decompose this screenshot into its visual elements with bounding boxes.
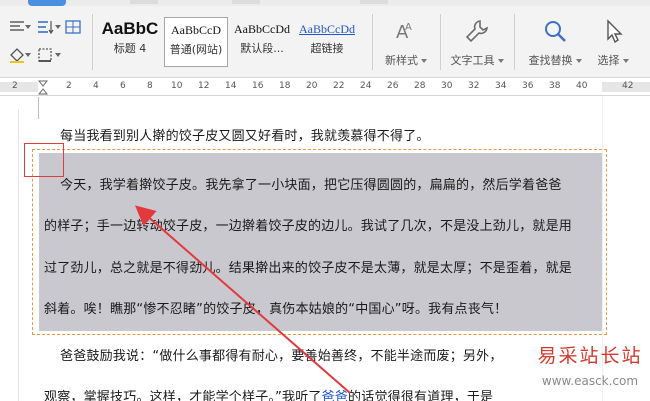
style-sample: AaBbC bbox=[101, 19, 159, 38]
ruler-number: 18 bbox=[279, 81, 291, 91]
ruler-number: 2 bbox=[12, 81, 18, 91]
ruler-number: 30 bbox=[441, 81, 453, 91]
toolbar-divider bbox=[440, 14, 441, 70]
ruler-number: 10 bbox=[171, 81, 183, 91]
style-sample: AaBbCcDd bbox=[299, 22, 355, 36]
tab-start-active[interactable] bbox=[28, 0, 66, 6]
text-tools-label: 文字工具 bbox=[446, 52, 508, 68]
style-default-paragraph[interactable]: AaBbCcDd 默认段... bbox=[230, 17, 294, 67]
ruler-number: 4 bbox=[93, 81, 99, 91]
svg-text:A: A bbox=[405, 22, 412, 33]
new-style-button[interactable]: A A 新样式 bbox=[382, 18, 430, 68]
tab-stub[interactable] bbox=[360, 0, 388, 4]
ribbon-tab-strip bbox=[0, 0, 650, 6]
document-area[interactable]: 每当我看到别人擀的饺子皮又圆又好看时，我就羡慕得不得了。 今天，我学着擀饺子皮。… bbox=[0, 97, 650, 401]
style-label: 默认段... bbox=[240, 42, 284, 55]
ruler-number: 36 bbox=[522, 81, 534, 91]
watermark: 易采站长站 www.easck.com bbox=[530, 341, 650, 388]
toolbar-divider bbox=[372, 14, 373, 70]
select-button[interactable]: 选择 bbox=[590, 18, 636, 68]
style-normal-web[interactable]: AaBbCcD 普通(网站) bbox=[164, 17, 228, 67]
ruler-number: 16 bbox=[252, 81, 264, 91]
ribbon-toolbar: AaBbC 标题 4 AaBbCcD 普通(网站) AaBbCcDd 默认段..… bbox=[0, 0, 650, 78]
chevron-down-icon[interactable] bbox=[25, 25, 31, 29]
toolbar-divider bbox=[514, 14, 515, 70]
new-style-icon: A A bbox=[396, 22, 412, 43]
style-hyperlink[interactable]: AaBbCcDd 超链接 bbox=[294, 17, 360, 67]
style-label: 标题 4 bbox=[113, 42, 147, 55]
ruler-number: 2 bbox=[66, 81, 72, 91]
tab-stub[interactable] bbox=[130, 0, 158, 4]
style-sample: AaBbCcD bbox=[171, 23, 221, 37]
new-style-label: 新样式 bbox=[382, 52, 430, 68]
chevron-down-icon[interactable] bbox=[55, 53, 61, 57]
ruler-margin-left bbox=[0, 82, 38, 92]
ruler-number: 22 bbox=[333, 81, 345, 91]
style-heading-4[interactable]: AaBbC 标题 4 bbox=[96, 17, 164, 67]
find-replace-label: 查找替换 bbox=[524, 52, 586, 68]
ruler-number: 32 bbox=[468, 81, 480, 91]
ruler-number: 6 bbox=[120, 81, 126, 91]
horizontal-ruler[interactable]: 2 2 4 6 8 10 12 14 16 18 20 22 24 26 28 … bbox=[0, 78, 650, 96]
ruler-number: 24 bbox=[360, 81, 372, 91]
ruler-number: 34 bbox=[495, 81, 507, 91]
style-label: 超链接 bbox=[310, 42, 344, 55]
toolbar-divider bbox=[92, 14, 93, 70]
cursor-arrow-icon bbox=[607, 19, 623, 44]
style-sample: AaBbCcDd bbox=[234, 22, 290, 36]
ruler-number: 20 bbox=[306, 81, 318, 91]
ruler-number: 28 bbox=[414, 81, 426, 91]
ruler-number: 26 bbox=[387, 81, 399, 91]
ruler-number: 42 bbox=[622, 81, 634, 91]
ruler-number: 14 bbox=[225, 81, 237, 91]
indent-marker-icon[interactable] bbox=[38, 80, 48, 96]
select-label: 选择 bbox=[590, 52, 636, 68]
wrench-icon bbox=[465, 20, 488, 43]
chevron-down-icon[interactable] bbox=[25, 53, 31, 57]
magnifier-icon bbox=[545, 21, 566, 42]
ruler-number: 38 bbox=[549, 81, 561, 91]
ruler-number: 12 bbox=[198, 81, 210, 91]
find-replace-button[interactable]: 查找替换 bbox=[524, 18, 586, 68]
show-marks-icon[interactable] bbox=[60, 16, 86, 38]
watermark-url: www.easck.com bbox=[541, 374, 639, 388]
watermark-title: 易采站长站 bbox=[537, 345, 643, 367]
style-label: 普通(网站) bbox=[169, 43, 223, 56]
text-tools-button[interactable]: 文字工具 bbox=[446, 18, 508, 68]
tab-stub[interactable] bbox=[232, 0, 260, 4]
ruler-number: 40 bbox=[576, 81, 588, 91]
ruler-number: 8 bbox=[147, 81, 153, 91]
